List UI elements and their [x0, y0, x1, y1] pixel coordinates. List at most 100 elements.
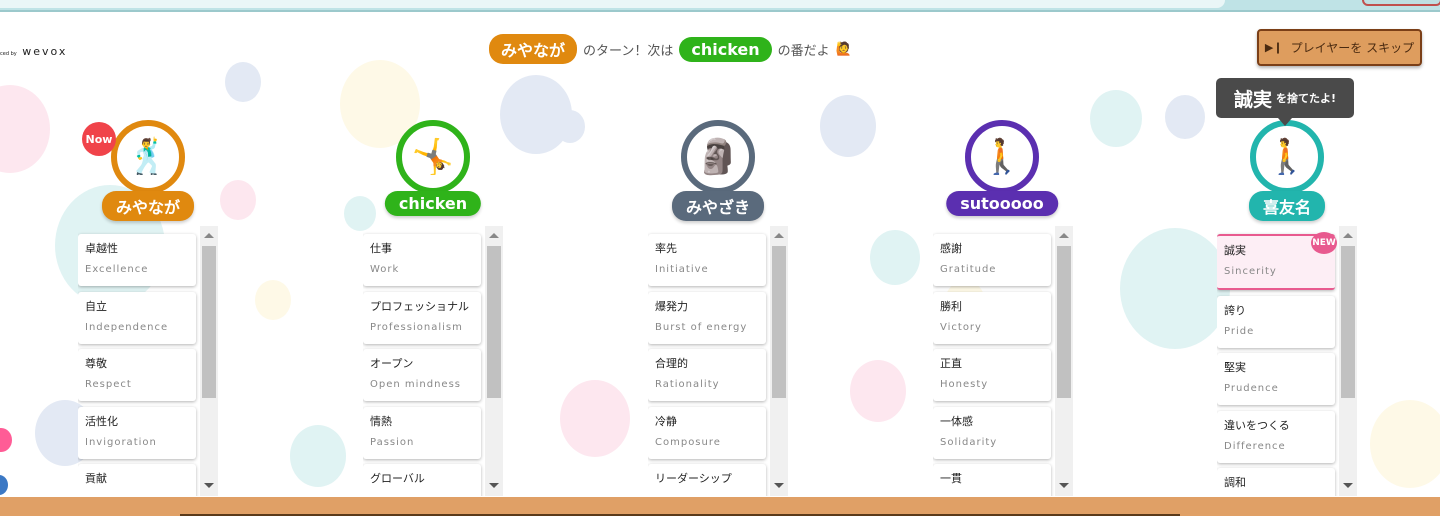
background-bubble	[0, 475, 8, 495]
card-value-en: Pride	[1224, 325, 1255, 337]
scroll-thumb[interactable]	[1341, 246, 1355, 398]
player-name: みやなが	[101, 191, 195, 221]
background-bubble	[290, 425, 346, 487]
player-name: みやざき	[671, 191, 765, 221]
card-value-ja: リーダーシップ	[655, 472, 732, 486]
value-card[interactable]: 冷静 Composure	[648, 406, 766, 459]
value-card[interactable]: 一体感 Solidarity	[933, 406, 1051, 459]
card-value-ja: オープン	[370, 357, 414, 371]
value-card-list: 率先 Initiative 爆発力 Burst of energy 合理的 Rationa…	[648, 226, 790, 496]
scrollbar[interactable]	[485, 226, 503, 496]
value-card[interactable]: 一貫	[933, 464, 1051, 496]
value-card[interactable]: プロフェッショナル Professionalism	[363, 291, 481, 344]
card-value-en: Difference	[1224, 440, 1286, 452]
scroll-up-icon[interactable]	[1059, 233, 1069, 238]
scroll-up-icon[interactable]	[774, 233, 784, 238]
value-card[interactable]: 勝利 Victory	[933, 291, 1051, 344]
scroll-down-icon[interactable]	[1343, 483, 1353, 488]
card-value-ja: 感謝	[940, 242, 962, 255]
card-value-ja: 卓越性	[85, 242, 118, 255]
value-card[interactable]: 違いをつくる Difference	[1217, 410, 1335, 463]
card-value-en: Gratitude	[940, 264, 997, 275]
card-value-en: Professionalism	[370, 321, 463, 333]
value-card[interactable]: オープン Open mindness	[363, 349, 481, 402]
current-player-tag: みやなが	[489, 34, 578, 64]
value-card[interactable]: 活性化 Invigoration	[78, 406, 196, 459]
scroll-down-icon[interactable]	[1059, 483, 1069, 488]
turn-text: のターン！次は	[583, 43, 674, 59]
card-value-ja: 尊敬	[85, 357, 107, 371]
scrollbar[interactable]	[200, 226, 218, 496]
scroll-up-icon[interactable]	[204, 233, 214, 238]
scroll-thumb[interactable]	[1057, 246, 1071, 398]
background-bubble	[560, 380, 630, 457]
background-bubble	[1370, 400, 1440, 488]
top-button[interactable]	[1362, 0, 1440, 6]
value-card[interactable]: 爆発力 Burst of energy	[648, 291, 766, 344]
card-value-ja: 誇り	[1224, 303, 1246, 317]
value-card[interactable]: 正直 Honesty	[933, 349, 1051, 402]
logo-prefix: ced by	[0, 51, 17, 57]
card-value-en: Passion	[370, 436, 415, 448]
value-card[interactable]: 自立 Independence	[78, 291, 196, 344]
card-value-ja: 一体感	[940, 414, 973, 428]
scrollbar[interactable]	[1339, 226, 1357, 496]
scrollbar[interactable]	[1055, 226, 1073, 496]
value-card[interactable]: グローバル	[363, 464, 481, 496]
card-value-en: Work	[370, 264, 400, 275]
player-name: 喜友名	[1248, 191, 1326, 221]
value-card[interactable]: 卓越性 Excellence	[78, 234, 196, 286]
scroll-thumb[interactable]	[202, 246, 216, 398]
value-card[interactable]: 感謝 Gratitude	[933, 234, 1051, 286]
value-card[interactable]: 堅実 Prudence	[1217, 353, 1335, 406]
card-value-ja: 正直	[940, 357, 962, 371]
card-value-en: Invigoration	[85, 436, 157, 448]
card-value-ja: 自立	[85, 299, 107, 313]
value-card[interactable]: 情熱 Passion	[363, 406, 481, 459]
scroll-down-icon[interactable]	[774, 483, 784, 488]
card-value-en: Sincerity	[1224, 266, 1277, 277]
value-card-list: 仕事 Work プロフェッショナル Professionalism オープン Open m…	[363, 226, 505, 496]
value-card[interactable]: 誠実 Sincerity NEW	[1217, 232, 1337, 290]
value-card[interactable]: リーダーシップ	[648, 464, 766, 496]
background-bubble	[820, 95, 876, 157]
logo-name: wevox	[22, 45, 68, 58]
card-value-en: Open mindness	[370, 379, 462, 391]
card-value-en: Respect	[85, 379, 132, 391]
scroll-up-icon[interactable]	[1343, 233, 1353, 238]
value-card[interactable]: 仕事 Work	[363, 234, 481, 286]
scroll-down-icon[interactable]	[489, 483, 499, 488]
person-illustration-icon: 🤸	[411, 137, 455, 177]
skip-next-icon: ▶❙	[1264, 41, 1283, 54]
card-value-ja: 調和	[1224, 476, 1246, 490]
scroll-thumb[interactable]	[487, 246, 501, 398]
scroll-down-icon[interactable]	[204, 483, 214, 488]
card-value-en: Victory	[940, 321, 982, 333]
person-illustration-icon: 🚶	[980, 137, 1024, 177]
card-value-en: Composure	[655, 436, 721, 448]
card-value-en: Initiative	[655, 264, 709, 275]
turn-text-2: の番だよ	[777, 43, 830, 59]
card-value-ja: 勝利	[940, 299, 962, 313]
value-card[interactable]: 調和	[1217, 468, 1335, 496]
value-card[interactable]: 合理的 Rationality	[648, 349, 766, 402]
value-card[interactable]: 誇り Pride	[1217, 295, 1335, 348]
value-card[interactable]: 尊敬 Respect	[78, 349, 196, 402]
background-bubble	[850, 360, 906, 422]
value-card[interactable]: 率先 Initiative	[648, 234, 766, 286]
card-value-en: Independence	[85, 321, 169, 333]
scrollbar[interactable]	[770, 226, 788, 496]
background-bubble	[0, 428, 12, 453]
background-bubble	[1090, 90, 1142, 148]
scroll-thumb[interactable]	[772, 246, 786, 398]
value-card[interactable]: 貢献	[78, 464, 196, 496]
discard-text: を捨てたよ!	[1275, 92, 1337, 105]
card-value-ja: 冷静	[655, 414, 677, 428]
card-value-ja: 率先	[655, 242, 677, 255]
background-bubble	[870, 230, 920, 285]
scroll-up-icon[interactable]	[489, 233, 499, 238]
skip-player-button[interactable]: ▶❙ プレイヤーを スキップ	[1257, 29, 1422, 66]
background-bubble	[1120, 228, 1230, 349]
top-search-area[interactable]	[0, 0, 1225, 8]
turn-indicator: みやなが のターン！次は chicken の番だよ 🙋	[489, 34, 852, 64]
